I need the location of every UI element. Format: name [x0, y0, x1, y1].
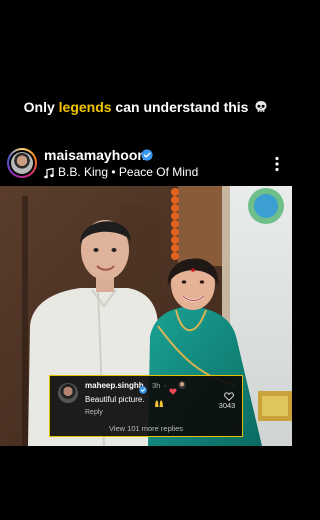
profile-avatar[interactable] — [7, 148, 37, 178]
post-username[interactable]: maisamayhoon — [44, 147, 146, 163]
caption-prefix: Only — [23, 99, 59, 115]
verified-badge-icon — [141, 148, 153, 166]
author-mini-avatar — [178, 381, 186, 389]
reel-caption: Only legends can understand this — [0, 99, 292, 117]
music-track-label[interactable]: B.B. King • Peace Of Mind — [58, 165, 198, 179]
reply-button[interactable]: Reply — [85, 409, 103, 416]
comment-separator: · — [164, 381, 167, 390]
caption-suffix: can understand this — [111, 99, 249, 115]
commenter-username[interactable]: maheep.singhh — [85, 381, 144, 390]
comment-card[interactable]: maheep.singhh 3h · Beautiful picture. Re… — [49, 375, 243, 437]
comment-text: Beautiful picture. — [85, 395, 145, 404]
more-vertical-icon[interactable] — [274, 156, 280, 177]
post-header: maisamayhoon B.B. King • Peace Of Mind — [0, 144, 292, 184]
liked-by-author-heart-icon — [169, 382, 177, 400]
music-note-icon — [44, 166, 54, 184]
raising-hands-icon — [154, 395, 164, 413]
view-more-replies-link[interactable]: View 101 more replies — [50, 424, 242, 433]
commenter-avatar[interactable] — [58, 383, 78, 403]
skull-icon — [254, 100, 268, 117]
comment-time: 3h — [152, 381, 161, 390]
caption-highlight: legends — [58, 99, 112, 115]
comment-like-count: 3043 — [218, 401, 236, 410]
